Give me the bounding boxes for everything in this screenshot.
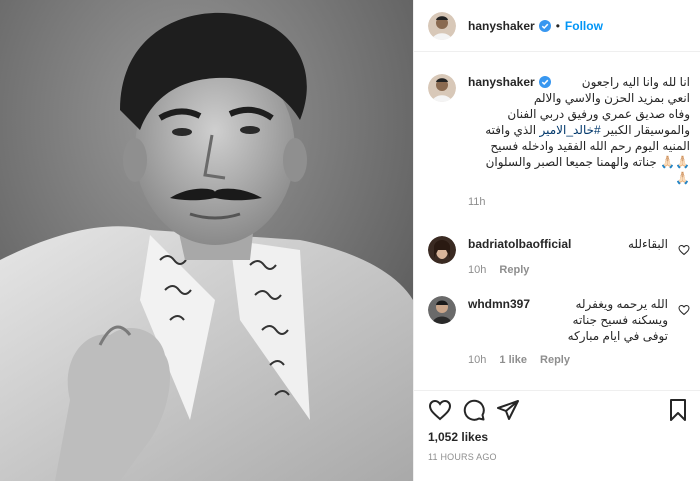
post-sidebar: hanyshaker • Follow hanyshaker انا لله و… [413, 0, 700, 481]
post-timestamp: 11 HOURS AGO [428, 452, 497, 462]
comment: badriatolbaofficial البقاءلله 10h Reply [428, 236, 690, 276]
portrait-image [0, 0, 413, 481]
prayer-emoji-icon: 🙏🏻🙏🏻 [656, 155, 690, 169]
caption-username[interactable]: hanyshaker [468, 75, 535, 89]
hashtag-link[interactable]: #خالد_الامير [539, 123, 600, 137]
verified-badge-icon [538, 19, 551, 32]
caption-line: 🙏🏻🙏🏻 جناته والهمنا جميعا الصبر والسلوان [485, 155, 690, 169]
comment-text: البقاءلله [627, 237, 668, 251]
prayer-emoji-icon: 🙏🏻 [675, 171, 690, 185]
caption-line: المنيه اليوم رحم الله الفقيد وادخله فسيح [490, 139, 690, 153]
avatar[interactable] [428, 296, 456, 324]
reply-button[interactable]: Reply [540, 354, 570, 366]
comment-time: 10h [468, 354, 487, 366]
comment-icon[interactable] [462, 398, 486, 422]
caption-line: انا لله وانا اليه راجعون [581, 75, 690, 89]
username[interactable]: hanyshaker [468, 19, 535, 33]
caption-line: انعي بمزيد الحزن والاسي والالم [533, 91, 690, 105]
avatar[interactable] [428, 74, 456, 102]
likes-count[interactable]: 1,052 likes [428, 430, 488, 444]
comment-username[interactable]: badriatolbaofficial [468, 237, 571, 251]
share-icon[interactable] [496, 398, 520, 422]
bookmark-icon[interactable] [666, 398, 690, 422]
caption-line: والموسيقار الكبير #خالد_الامير الذي وافت… [485, 123, 690, 137]
action-bar [428, 396, 690, 424]
comment-text: ويسكنه فسيح جناته [572, 313, 668, 327]
comment-time: 10h [468, 264, 487, 276]
separator-dot: • [555, 18, 560, 33]
divider [414, 390, 700, 391]
avatar[interactable] [428, 236, 456, 264]
avatar[interactable] [428, 11, 456, 40]
caption-time: 11h [468, 196, 486, 208]
caption-line: وفاه صديق عمري ورفيق دربي الفنان [507, 107, 690, 121]
reply-button[interactable]: Reply [499, 264, 529, 276]
heart-icon[interactable] [678, 304, 690, 316]
instagram-post: hanyshaker • Follow hanyshaker انا لله و… [0, 0, 700, 481]
post-photo[interactable] [0, 0, 413, 481]
post-header: hanyshaker • Follow [414, 0, 700, 52]
heart-icon[interactable] [678, 244, 690, 256]
verified-badge-icon [538, 76, 551, 88]
comment: whdmn397 الله يرحمه ويغفرله ويسكنه فسيح … [428, 296, 690, 366]
follow-button[interactable]: Follow [565, 19, 603, 33]
heart-icon[interactable] [428, 398, 452, 422]
post-caption: hanyshaker انا لله وانا اليه راجعون انعي… [428, 74, 690, 208]
comment-text: الله يرحمه ويغفرله [575, 297, 668, 311]
comment-likes-link[interactable]: 1 like [499, 354, 527, 366]
comment-username[interactable]: whdmn397 [468, 297, 530, 311]
comment-text: توفى في ايام مباركه [567, 329, 668, 343]
